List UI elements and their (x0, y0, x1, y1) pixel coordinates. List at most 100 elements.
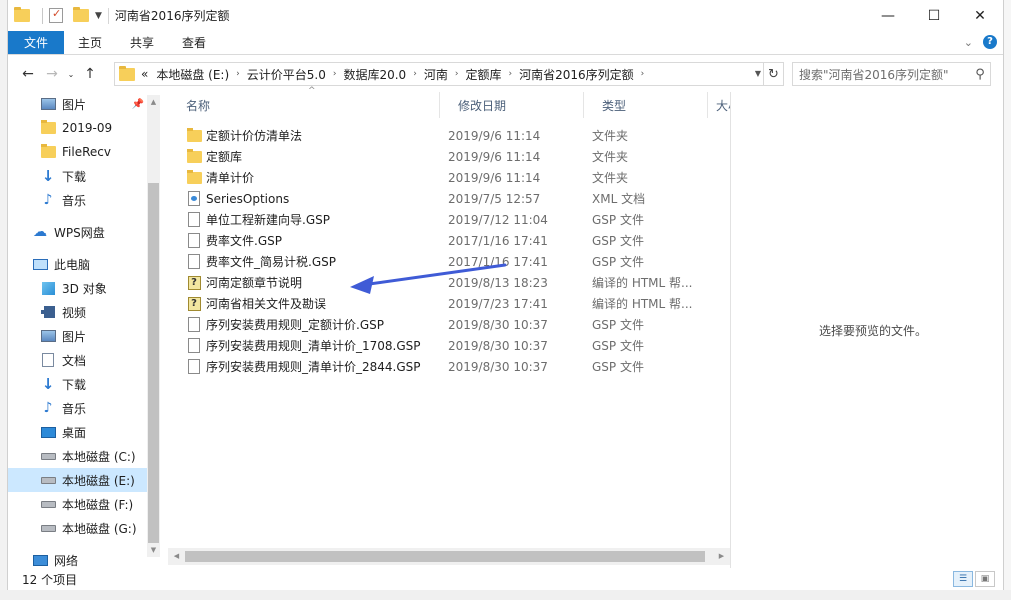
file-type: 文件夹 (592, 171, 629, 185)
file-date: 2019/7/12 11:04 (448, 212, 548, 227)
tab-view[interactable]: 查看 (168, 31, 220, 54)
file-row[interactable]: 单位工程新建向导.GSP 2019/7/12 11:04 GSP 文件 (186, 209, 726, 230)
sidebar-item-downloads[interactable]: ↓ 下载 (8, 372, 148, 396)
scrollbar-thumb[interactable] (185, 551, 705, 562)
file-name: 序列安装费用规则_清单计价_1708.GSP (206, 339, 421, 353)
pin-icon[interactable]: 📌 (132, 99, 144, 110)
chevron-right-icon[interactable]: › (455, 69, 459, 79)
recent-locations-button[interactable]: ⌄ (64, 62, 78, 86)
file-name: 清单计价 (206, 171, 255, 185)
tab-file[interactable]: 文件 (8, 31, 64, 54)
forward-button[interactable]: → (40, 62, 64, 86)
documents-icon (40, 352, 56, 368)
file-row[interactable]: 序列安装费用规则_定额计价.GSP 2019/8/30 10:37 GSP 文件 (186, 314, 726, 335)
folder-icon (40, 144, 56, 160)
scroll-down-icon[interactable]: ▼ (147, 543, 160, 557)
horizontal-scrollbar[interactable]: ◀ ▶ (168, 548, 730, 565)
customize-toolbar-caret-icon[interactable]: ▼ (95, 11, 102, 21)
address-history-dropdown-icon[interactable]: ▼ (755, 69, 761, 78)
sidebar-item-desktop[interactable]: 桌面 (8, 420, 148, 444)
network-icon (32, 552, 48, 568)
search-box[interactable]: 搜索"河南省2016序列定额" ⚲ (792, 62, 991, 86)
file-row[interactable]: 费率文件_简易计税.GSP 2017/1/16 17:41 GSP 文件 (186, 251, 726, 272)
breadcrumb-database[interactable]: 数据库20.0 (343, 66, 406, 83)
properties-icon[interactable] (49, 7, 63, 23)
breadcrumb-quota-library[interactable]: 定额库 (465, 66, 501, 83)
sidebar-item-music-quick[interactable]: ♪ 音乐 (8, 188, 148, 212)
sidebar-item-drive-e[interactable]: 本地磁盘 (E:) (8, 468, 148, 492)
breadcrumb-current-folder[interactable]: 河南省2016序列定额 (519, 66, 634, 83)
refresh-button[interactable]: ↻ (763, 63, 783, 85)
file-row[interactable]: ? 河南定额章节说明 2019/8/13 18:23 编译的 HTML 帮... (186, 272, 726, 293)
help-icon[interactable]: ? (983, 35, 997, 49)
back-button[interactable]: ← (16, 62, 40, 86)
3d-objects-icon (40, 280, 56, 296)
up-button[interactable]: ↑ (78, 62, 102, 86)
sidebar-item-music[interactable]: ♪ 音乐 (8, 396, 148, 420)
column-header-size-label: 大小 (716, 98, 730, 113)
search-input[interactable]: 搜索"河南省2016序列定额" (799, 66, 970, 83)
sidebar-item-this-pc[interactable]: 此电脑 (8, 252, 148, 276)
sidebar-item-downloads-quick[interactable]: ↓ 下载 (8, 164, 148, 188)
chevron-right-icon[interactable]: › (508, 69, 512, 79)
scrollbar-thumb[interactable] (148, 183, 159, 543)
large-icons-view-button[interactable]: ▣ (975, 571, 995, 587)
breadcrumb-cloud-platform[interactable]: 云计价平台5.0 (247, 66, 326, 83)
chevron-right-icon[interactable]: › (236, 69, 240, 79)
file-icon (186, 338, 202, 354)
tab-share[interactable]: 共享 (116, 31, 168, 54)
file-name: 费率文件.GSP (206, 234, 282, 248)
sidebar-item-pictures-quick[interactable]: 图片 📌 (8, 92, 148, 116)
search-icon[interactable]: ⚲ (970, 67, 990, 82)
chevron-right-icon[interactable]: › (641, 69, 645, 79)
file-icon (186, 254, 202, 270)
sidebar-item-drive-c[interactable]: 本地磁盘 (C:) (8, 444, 148, 468)
column-header-name[interactable]: 名称 ^ (168, 86, 440, 118)
chm-help-icon: ? (186, 296, 202, 312)
column-header-type[interactable]: 类型 (584, 92, 708, 118)
column-header-size[interactable]: 大小 (708, 92, 730, 118)
breadcrumb-henan[interactable]: 河南 (424, 66, 448, 83)
file-row[interactable]: SeriesOptions 2019/7/5 12:57 XML 文档 (186, 188, 726, 209)
sidebar-item-documents[interactable]: 文档 (8, 348, 148, 372)
expand-ribbon-icon[interactable]: ⌄ (964, 36, 973, 49)
chevron-right-icon[interactable]: › (333, 69, 337, 79)
scroll-right-icon[interactable]: ▶ (713, 548, 730, 565)
sidebar-item-3d-objects[interactable]: 3D 对象 (8, 276, 148, 300)
tab-home[interactable]: 主页 (64, 31, 116, 54)
file-row[interactable]: 清单计价 2019/9/6 11:14 文件夹 (186, 167, 726, 188)
scroll-up-icon[interactable]: ▲ (147, 95, 160, 109)
sidebar-item-wps-cloud[interactable]: ☁ WPS网盘 (8, 220, 148, 244)
sidebar-item-filerecv[interactable]: FileRecv (8, 140, 148, 164)
file-row[interactable]: 序列安装费用规则_清单计价_1708.GSP 2019/8/30 10:37 G… (186, 335, 726, 356)
file-row[interactable]: 序列安装费用规则_清单计价_2844.GSP 2019/8/30 10:37 G… (186, 356, 726, 377)
chevron-right-icon[interactable]: › (413, 69, 417, 79)
breadcrumb-overflow[interactable]: « (141, 67, 148, 81)
new-folder-icon[interactable] (73, 7, 89, 22)
close-button[interactable]: ✕ (957, 0, 1003, 31)
column-header-date-label: 修改日期 (458, 98, 507, 113)
sidebar-item-2019-09[interactable]: 2019-09 (8, 116, 148, 140)
file-row[interactable]: 费率文件.GSP 2017/1/16 17:41 GSP 文件 (186, 230, 726, 251)
file-name: 河南省相关文件及勘误 (206, 297, 327, 311)
minimize-button[interactable]: — (865, 0, 911, 31)
sidebar-item-network[interactable]: 网络 (8, 548, 148, 568)
file-row[interactable]: ? 河南省相关文件及勘误 2019/7/23 17:41 编译的 HTML 帮.… (186, 293, 726, 314)
maximize-button[interactable]: ☐ (911, 0, 957, 31)
sidebar-item-drive-f[interactable]: 本地磁盘 (F:) (8, 492, 148, 516)
file-row[interactable]: 定额库 2019/9/6 11:14 文件夹 (186, 146, 726, 167)
sidebar-item-pictures[interactable]: 图片 (8, 324, 148, 348)
sidebar-item-drive-g[interactable]: 本地磁盘 (G:) (8, 516, 148, 540)
breadcrumb-drive-e[interactable]: 本地磁盘 (E:) (156, 66, 229, 83)
sidebar-item-videos[interactable]: 视频 (8, 300, 148, 324)
navigation-pane-scrollbar[interactable]: ▲ ▼ (147, 95, 160, 557)
music-icon: ♪ (43, 400, 53, 416)
details-view-button[interactable]: ☰ (953, 571, 973, 587)
sidebar-item-label: 本地磁盘 (E:) (62, 473, 135, 488)
address-bar[interactable]: « 本地磁盘 (E:) › 云计价平台5.0 › 数据库20.0 › 河南 › … (114, 62, 784, 86)
file-row[interactable]: 定额计价仿清单法 2019/9/6 11:14 文件夹 (186, 125, 726, 146)
scroll-left-icon[interactable]: ◀ (168, 548, 185, 565)
download-icon: ↓ (41, 167, 55, 185)
file-type: 文件夹 (592, 129, 629, 143)
column-header-date[interactable]: 修改日期 (440, 92, 584, 118)
